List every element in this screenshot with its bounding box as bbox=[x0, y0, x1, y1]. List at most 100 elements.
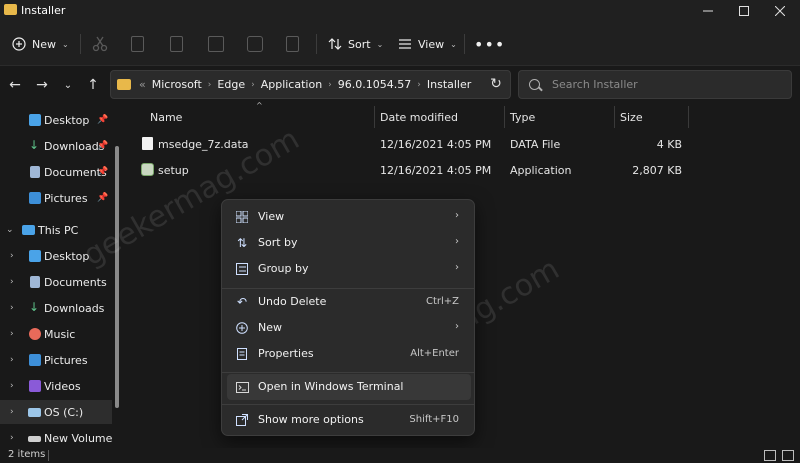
column-header-name[interactable]: Name bbox=[150, 106, 182, 128]
sidebar-item-downloads[interactable]: ↓ Downloads 📌 bbox=[0, 134, 112, 158]
sidebar-item-pc-pictures[interactable]: › Pictures bbox=[0, 348, 112, 372]
column-header-date[interactable]: Date modified bbox=[380, 106, 458, 128]
menu-item-view[interactable]: View › bbox=[227, 204, 471, 230]
menu-item-show-more-options[interactable]: Show more options Shift+F10 bbox=[227, 407, 471, 433]
refresh-button[interactable]: ↻ bbox=[486, 74, 506, 94]
chevron-down-icon: ⌄ bbox=[450, 39, 457, 49]
breadcrumb-item[interactable]: 96.0.1054.57 bbox=[338, 78, 411, 91]
new-button[interactable]: New ⌄ bbox=[12, 32, 69, 56]
rename-icon[interactable] bbox=[208, 36, 224, 52]
chevron-right-icon: › bbox=[10, 303, 14, 313]
menu-item-new[interactable]: New › bbox=[227, 315, 471, 341]
chevron-down-icon: ⌄ bbox=[376, 39, 384, 49]
up-button[interactable]: ↑ bbox=[83, 76, 103, 94]
close-button[interactable] bbox=[762, 0, 798, 22]
cut-icon[interactable] bbox=[92, 36, 108, 52]
share-icon[interactable] bbox=[247, 36, 263, 52]
toolbar-divider bbox=[316, 34, 317, 54]
back-button[interactable]: ← bbox=[5, 76, 25, 94]
download-icon: ↓ bbox=[29, 300, 40, 314]
breadcrumb-overflow[interactable]: « bbox=[139, 78, 146, 91]
sidebar-item-label: New Volume (D bbox=[44, 431, 112, 445]
file-type: DATA File bbox=[510, 138, 561, 151]
search-icon bbox=[529, 79, 540, 90]
desktop-icon bbox=[29, 250, 41, 262]
sidebar-item-label: Desktop bbox=[44, 113, 90, 127]
sidebar-item-os-c[interactable]: › OS (C:) bbox=[0, 400, 112, 424]
menu-item-group-by[interactable]: Group by › bbox=[227, 256, 471, 282]
minimize-icon bbox=[703, 10, 713, 12]
column-divider[interactable] bbox=[688, 106, 689, 128]
sort-button[interactable]: Sort ⌄ bbox=[328, 32, 383, 56]
forward-button[interactable]: → bbox=[32, 76, 52, 94]
folder-icon bbox=[117, 79, 131, 90]
chevron-right-icon: › bbox=[417, 79, 421, 90]
large-icons-view-icon[interactable] bbox=[782, 450, 794, 461]
menu-divider bbox=[222, 404, 474, 405]
chevron-right-icon: › bbox=[10, 381, 14, 391]
sort-icon bbox=[328, 38, 342, 50]
column-divider[interactable] bbox=[374, 106, 375, 128]
chevron-right-icon: › bbox=[10, 329, 14, 339]
copy-icon[interactable] bbox=[131, 36, 144, 52]
sidebar-item-desktop[interactable]: Desktop 📌 bbox=[0, 108, 112, 132]
arrow-right-icon: → bbox=[36, 77, 48, 93]
breadcrumb-item[interactable]: Microsoft bbox=[152, 78, 202, 91]
file-type: Application bbox=[510, 164, 572, 177]
sidebar-item-pc-music[interactable]: › Music bbox=[0, 322, 112, 346]
undo-icon: ↶ bbox=[236, 295, 248, 309]
minimize-button[interactable] bbox=[690, 0, 726, 22]
maximize-button[interactable] bbox=[726, 0, 762, 22]
pin-icon: 📌 bbox=[97, 167, 109, 177]
setup-app-icon bbox=[141, 163, 154, 176]
menu-item-sort-by[interactable]: ⇅ Sort by › bbox=[227, 230, 471, 256]
file-name: msedge_7z.data bbox=[158, 138, 249, 151]
pictures-icon bbox=[29, 354, 41, 366]
sidebar-item-label: Documents bbox=[44, 275, 107, 289]
chevron-right-icon: › bbox=[10, 277, 14, 287]
sidebar-item-pc-videos[interactable]: › Videos bbox=[0, 374, 112, 398]
column-divider[interactable] bbox=[504, 106, 505, 128]
chevron-right-icon: › bbox=[10, 433, 14, 443]
sidebar-item-documents[interactable]: Documents 📌 bbox=[0, 160, 112, 184]
breadcrumb-item[interactable]: Installer bbox=[427, 78, 471, 91]
sidebar-item-pc-downloads[interactable]: › ↓ Downloads bbox=[0, 296, 112, 320]
search-box[interactable] bbox=[518, 70, 792, 99]
delete-icon[interactable] bbox=[286, 36, 299, 52]
drive-icon bbox=[28, 408, 41, 417]
menu-item-label: Undo Delete bbox=[258, 295, 327, 308]
sidebar-item-label: Music bbox=[44, 327, 76, 341]
recent-locations-button[interactable]: ⌄ bbox=[58, 76, 78, 94]
new-label: New bbox=[32, 37, 56, 51]
chevron-down-icon: ⌄ bbox=[62, 39, 69, 49]
file-size: 4 KB bbox=[656, 138, 682, 151]
sidebar-item-pc-documents[interactable]: › Documents bbox=[0, 270, 112, 294]
sidebar-item-label: Downloads bbox=[44, 301, 105, 315]
sidebar-scrollbar[interactable] bbox=[115, 146, 119, 408]
sidebar-item-new-volume-d[interactable]: › New Volume (D bbox=[0, 426, 112, 450]
sidebar-item-pictures[interactable]: Pictures 📌 bbox=[0, 186, 112, 210]
menu-item-properties[interactable]: Properties Alt+Enter bbox=[227, 341, 471, 367]
ellipsis-icon: ••• bbox=[474, 34, 506, 54]
chevron-right-icon: › bbox=[455, 236, 459, 247]
menu-item-open-in-windows-terminal[interactable]: Open in Windows Terminal bbox=[227, 374, 471, 400]
toolbar-divider bbox=[464, 34, 465, 54]
more-options-button[interactable]: ••• bbox=[474, 32, 505, 56]
column-header-size[interactable]: Size bbox=[620, 106, 643, 128]
menu-item-undo-delete[interactable]: ↶ Undo Delete Ctrl+Z bbox=[227, 289, 471, 315]
sidebar-item-label: OS (C:) bbox=[44, 405, 84, 419]
group-by-icon bbox=[235, 262, 249, 276]
view-button[interactable]: View ⌄ bbox=[398, 32, 457, 56]
maximize-icon bbox=[739, 6, 749, 16]
breadcrumb-item[interactable]: Application bbox=[261, 78, 322, 91]
chevron-down-icon: ⌄ bbox=[63, 79, 73, 91]
column-divider[interactable] bbox=[614, 106, 615, 128]
search-input[interactable] bbox=[552, 78, 772, 91]
paste-icon[interactable] bbox=[170, 36, 183, 52]
details-view-icon[interactable] bbox=[764, 450, 776, 461]
address-bar[interactable]: « Microsoft › Edge › Application › 96.0.… bbox=[110, 70, 583, 99]
arrow-left-icon: ← bbox=[9, 77, 21, 93]
breadcrumb-item[interactable]: Edge bbox=[217, 78, 245, 91]
column-header-type[interactable]: Type bbox=[510, 106, 535, 128]
sort-label: Sort bbox=[348, 37, 371, 51]
